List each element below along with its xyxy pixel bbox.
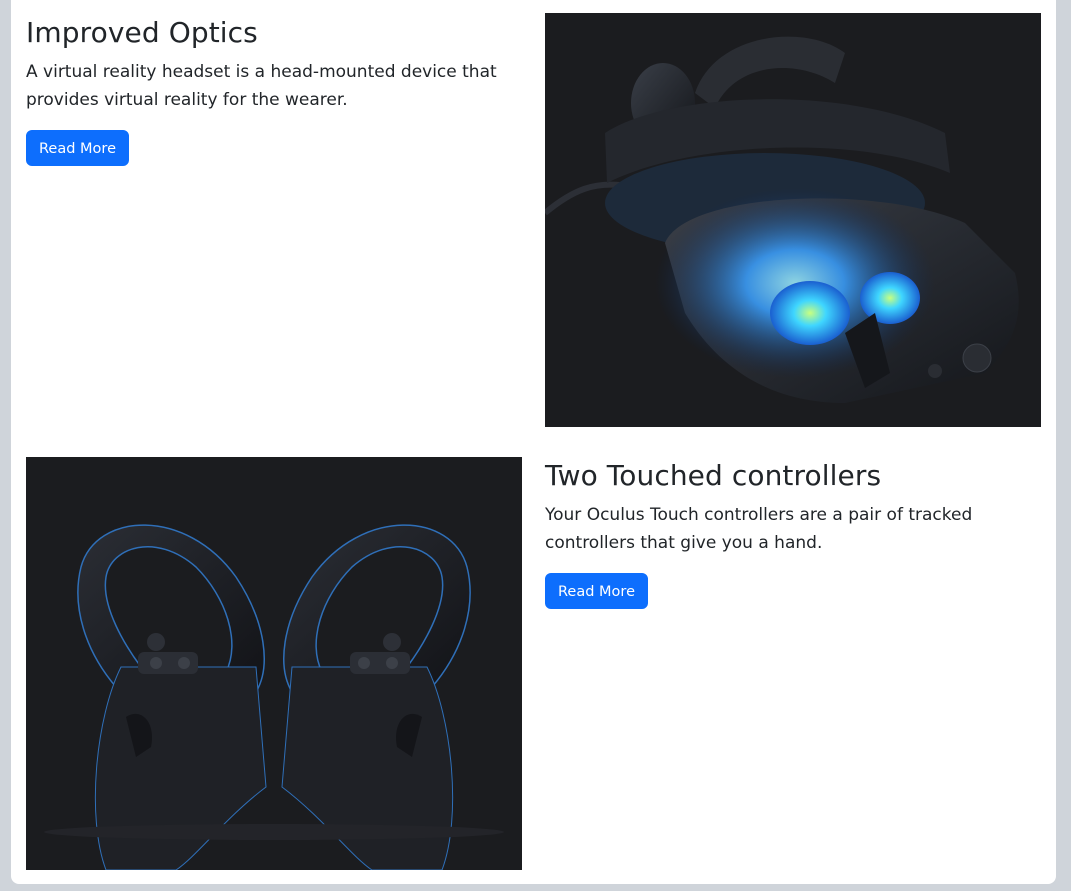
feature-title: Improved Optics	[26, 16, 258, 49]
feature-description: Your Oculus Touch controllers are a pair…	[545, 505, 973, 553]
vr-headset-illustration	[545, 13, 1041, 427]
touch-controllers-image	[26, 457, 522, 870]
read-more-button[interactable]: Read More	[545, 573, 648, 609]
touch-controllers-illustration	[26, 457, 522, 870]
vr-headset-image	[545, 13, 1041, 427]
read-more-button[interactable]: Read More	[26, 130, 129, 166]
feature-improved-optics: Improved Optics A virtual reality headse…	[26, 16, 506, 166]
features-card: Improved Optics A virtual reality headse…	[11, 0, 1056, 884]
feature-description: A virtual reality headset is a head-moun…	[26, 62, 497, 110]
feature-touch-controllers: Two Touched controllers Your Oculus Touc…	[545, 459, 1025, 609]
feature-title: Two Touched controllers	[545, 459, 882, 492]
